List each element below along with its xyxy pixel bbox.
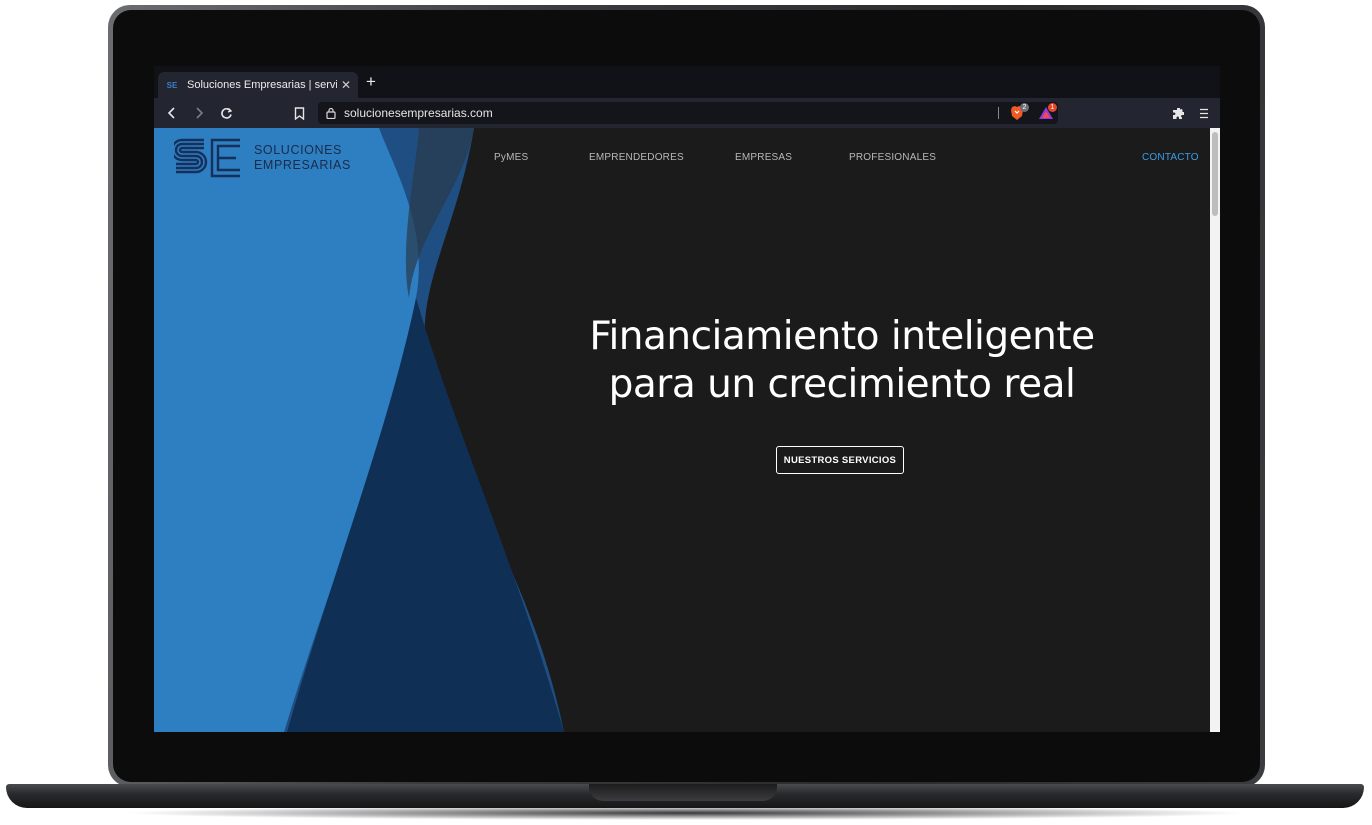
reload-icon[interactable] bbox=[218, 105, 234, 121]
page-scrollbar[interactable] bbox=[1210, 128, 1220, 732]
url-text: solucionesempresarias.com bbox=[344, 106, 493, 120]
hero-heading: Financiamiento inteligente para un creci… bbox=[542, 313, 1142, 409]
rewards-count-badge: 1 bbox=[1048, 103, 1057, 112]
lock-icon bbox=[326, 107, 336, 119]
bookmark-icon[interactable] bbox=[291, 105, 307, 121]
laptop-notch bbox=[589, 784, 777, 801]
nav-link-emprendedores[interactable]: EMPRENDEDORES bbox=[589, 152, 684, 163]
nav-link-empresas[interactable]: EMPRESAS bbox=[735, 152, 792, 163]
extensions-icon[interactable] bbox=[1170, 105, 1186, 121]
back-icon[interactable] bbox=[164, 105, 180, 121]
forward-icon[interactable] bbox=[191, 105, 207, 121]
address-divider bbox=[998, 107, 999, 119]
nav-link-profesionales[interactable]: PROFESIONALES bbox=[849, 152, 936, 163]
brave-rewards-icon[interactable]: 1 bbox=[1038, 103, 1057, 121]
webpage: SOLUCIONES EMPRESARIAS PyMES EMPRENDEDOR… bbox=[154, 128, 1210, 732]
logo-wordmark: SOLUCIONES EMPRESARIAS bbox=[254, 143, 351, 173]
laptop-shadow bbox=[120, 806, 1252, 820]
scrollbar-thumb[interactable] bbox=[1212, 132, 1218, 216]
site-logo[interactable]: SOLUCIONES EMPRESARIAS bbox=[174, 138, 351, 178]
hero-heading-line-1: Financiamiento inteligente bbox=[589, 314, 1095, 359]
laptop-screen: SE Soluciones Empresarias | servicios ✕ … bbox=[154, 66, 1220, 732]
tab-close-icon[interactable]: ✕ bbox=[341, 78, 351, 92]
menu-icon[interactable] bbox=[1196, 105, 1212, 121]
brave-shields-icon[interactable]: 2 bbox=[1010, 103, 1029, 121]
address-bar[interactable]: solucionesempresarias.com 2 1 bbox=[318, 102, 1058, 124]
browser-tab-bar: SE Soluciones Empresarias | servicios ✕ … bbox=[154, 66, 1220, 98]
nav-link-pymes[interactable]: PyMES bbox=[494, 152, 528, 163]
logo-line-2: EMPRESARIAS bbox=[254, 158, 351, 172]
logo-line-1: SOLUCIONES bbox=[254, 143, 342, 157]
nav-link-contacto[interactable]: CONTACTO bbox=[1142, 152, 1199, 163]
logo-mark-icon bbox=[174, 138, 240, 178]
shields-count-badge: 2 bbox=[1020, 103, 1029, 112]
site-favicon-icon: SE bbox=[166, 80, 178, 90]
nuestros-servicios-button[interactable]: NUESTROS SERVICIOS bbox=[776, 446, 904, 474]
hero-wave-graphic bbox=[154, 128, 564, 732]
browser-toolbar: solucionesempresarias.com 2 1 bbox=[154, 98, 1220, 128]
new-tab-icon[interactable]: + bbox=[366, 72, 376, 92]
browser-tab[interactable]: SE Soluciones Empresarias | servicios ✕ bbox=[158, 72, 358, 98]
hero-heading-line-2: para un crecimiento real bbox=[608, 362, 1076, 407]
tab-title: Soluciones Empresarias | servicios bbox=[187, 79, 337, 91]
